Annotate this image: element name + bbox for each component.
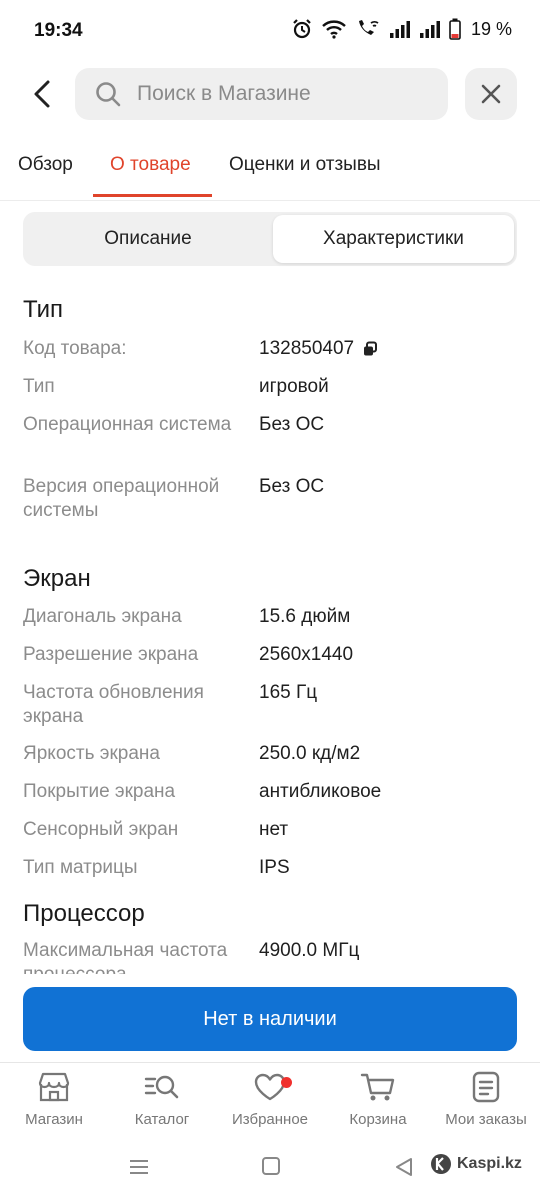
spec-value: Без ОС bbox=[259, 414, 325, 435]
close-icon bbox=[481, 84, 501, 104]
spec-value: 15.6 дюйм bbox=[259, 606, 351, 627]
spec-value: 250.0 кд/м2 bbox=[259, 743, 361, 764]
spec-label: Версия операционной системы bbox=[23, 476, 220, 521]
battery-icon bbox=[449, 18, 461, 40]
tabs-divider bbox=[0, 200, 540, 201]
segmented-control: Описание Характеристики bbox=[23, 212, 517, 266]
heart-icon bbox=[254, 1073, 286, 1101]
nav-label: Избранное bbox=[231, 1111, 309, 1128]
nav-label: Мои заказы bbox=[445, 1111, 527, 1128]
tab-about-product[interactable]: О товаре bbox=[110, 154, 191, 176]
tab-overview[interactable]: Обзор bbox=[18, 154, 73, 176]
nav-label: Магазин bbox=[25, 1111, 83, 1128]
battery-percent: 19 % bbox=[470, 18, 512, 39]
catalog-search-icon bbox=[144, 1075, 179, 1099]
nav-item-catalog[interactable]: Каталог bbox=[108, 1071, 216, 1128]
nav-item-store[interactable]: Магазин bbox=[0, 1071, 108, 1128]
alarm-icon bbox=[291, 18, 313, 40]
spec-label: Операционная система bbox=[23, 414, 232, 435]
spec-value: игровой bbox=[259, 376, 329, 397]
specs-list: Тип Код товара: 132850407 Тип игровой Оп… bbox=[0, 280, 540, 974]
spec-value: антибликовое bbox=[259, 781, 382, 802]
wifi-call-icon bbox=[355, 18, 381, 40]
spec-label: Диагональ экрана bbox=[23, 606, 182, 627]
bottom-nav: Магазин Каталог Избранное Корзина Мои за… bbox=[0, 1062, 540, 1142]
spec-label: Разрешение экрана bbox=[23, 644, 199, 665]
spec-value: 165 Гц bbox=[259, 682, 318, 703]
spec-value-product-code: 132850407 bbox=[259, 337, 378, 361]
status-bar: 19:34 19 % bbox=[0, 0, 540, 62]
product-tabs: Обзор О товаре Оценки и отзывы bbox=[0, 146, 540, 198]
copy-icon[interactable] bbox=[362, 341, 378, 357]
spec-value: 132850407 bbox=[259, 338, 355, 359]
segment-description[interactable]: Описание bbox=[26, 215, 270, 263]
spec-label: Частота обновления экрана bbox=[23, 682, 204, 727]
spec-value: нет bbox=[259, 819, 289, 840]
nav-item-favorites[interactable]: Избранное bbox=[216, 1071, 324, 1128]
spec-value: Без ОС bbox=[259, 476, 325, 497]
orders-icon bbox=[472, 1071, 500, 1103]
section-title-type: Тип bbox=[23, 296, 64, 323]
status-icons: 19 % bbox=[291, 18, 512, 40]
menu-icon bbox=[130, 1160, 148, 1174]
tab-reviews[interactable]: Оценки и отзывы bbox=[229, 154, 381, 176]
home-button[interactable] bbox=[261, 1156, 281, 1181]
watermark-text: Kaspi.kz bbox=[457, 1155, 522, 1172]
top-bar bbox=[0, 68, 540, 120]
search-icon bbox=[93, 79, 123, 109]
home-square-icon bbox=[262, 1157, 280, 1175]
spec-label: Код товара: bbox=[23, 338, 127, 359]
system-back-button[interactable] bbox=[394, 1156, 414, 1183]
status-time: 19:34 bbox=[34, 20, 83, 41]
wifi-icon bbox=[321, 19, 347, 39]
section-title-screen: Экран bbox=[23, 565, 91, 592]
active-tab-indicator bbox=[93, 194, 212, 197]
spec-value: 4900.0 МГц bbox=[259, 940, 360, 961]
close-button[interactable] bbox=[465, 68, 517, 120]
spec-label: Максимальная частота процессора bbox=[23, 940, 228, 974]
spec-label: Тип матрицы bbox=[23, 857, 138, 878]
search-input[interactable] bbox=[137, 82, 427, 106]
spec-value: IPS bbox=[259, 857, 290, 878]
spec-label: Сенсорный экран bbox=[23, 819, 179, 840]
chevron-left-icon bbox=[34, 80, 50, 108]
nav-label: Корзина bbox=[349, 1111, 407, 1128]
section-title-processor: Процессор bbox=[23, 900, 145, 927]
store-icon bbox=[38, 1072, 70, 1102]
search-box[interactable] bbox=[75, 68, 448, 120]
back-button[interactable] bbox=[22, 74, 62, 114]
kaspi-logo-icon bbox=[431, 1154, 451, 1174]
cart-icon bbox=[360, 1073, 395, 1101]
nav-item-orders[interactable]: Мои заказы bbox=[432, 1071, 540, 1128]
nav-item-cart[interactable]: Корзина bbox=[324, 1071, 432, 1128]
spec-value: 2560x1440 bbox=[259, 644, 354, 665]
triangle-back-icon bbox=[396, 1158, 412, 1176]
segment-specifications[interactable]: Характеристики bbox=[273, 215, 514, 263]
spec-label: Тип bbox=[23, 376, 55, 397]
kaspi-watermark: Kaspi.kz bbox=[430, 1153, 522, 1175]
spec-label: Яркость экрана bbox=[23, 743, 160, 764]
spec-label: Покрытие экрана bbox=[23, 781, 176, 802]
nav-label: Каталог bbox=[134, 1111, 190, 1128]
signal-icon bbox=[389, 19, 411, 39]
recent-apps-button[interactable] bbox=[128, 1156, 150, 1183]
notification-badge bbox=[281, 1077, 292, 1088]
signal-icon bbox=[419, 19, 441, 39]
out-of-stock-button[interactable]: Нет в наличии bbox=[23, 987, 517, 1051]
